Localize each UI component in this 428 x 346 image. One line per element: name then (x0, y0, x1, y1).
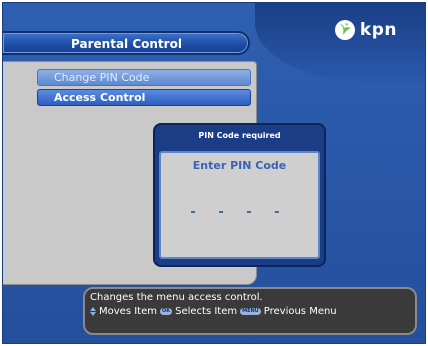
kpn-logo: kpn (334, 17, 397, 43)
pin-dialog-header: PIN Code required (198, 131, 281, 140)
menu-item-change-pin-code[interactable]: Change PIN Code (37, 69, 251, 86)
pin-input[interactable]: - - - - (161, 205, 318, 220)
page-title: Parental Control (71, 37, 182, 51)
menu-item-access-control[interactable]: Access Control (37, 89, 251, 106)
selects-item-label: Selects Item (175, 306, 238, 317)
ok-key-icon: OK (159, 308, 173, 315)
previous-menu-label: Previous Menu (263, 306, 337, 317)
help-description: Changes the menu access control. (90, 292, 263, 303)
pin-code-dialog: PIN Code required Enter PIN Code - - - - (153, 123, 326, 267)
moves-item-label: Moves Item (99, 306, 157, 317)
title-bar: Parental Control (3, 31, 250, 55)
help-bar: Changes the menu access control. Moves I… (83, 287, 417, 335)
pin-dialog-body: Enter PIN Code - - - - (159, 151, 320, 259)
kpn-logo-icon (334, 20, 355, 40)
pin-prompt: Enter PIN Code (192, 159, 287, 172)
tv-screen: kpn Parental Control Change PIN Code Acc… (2, 2, 426, 344)
menu-key-icon: MENU (240, 308, 261, 315)
header-decoration (255, 3, 425, 83)
logo-text: kpn (359, 20, 397, 40)
help-key-legend: Moves Item OK Selects Item MENU Previous… (90, 306, 337, 317)
up-down-arrows-icon (90, 307, 96, 316)
